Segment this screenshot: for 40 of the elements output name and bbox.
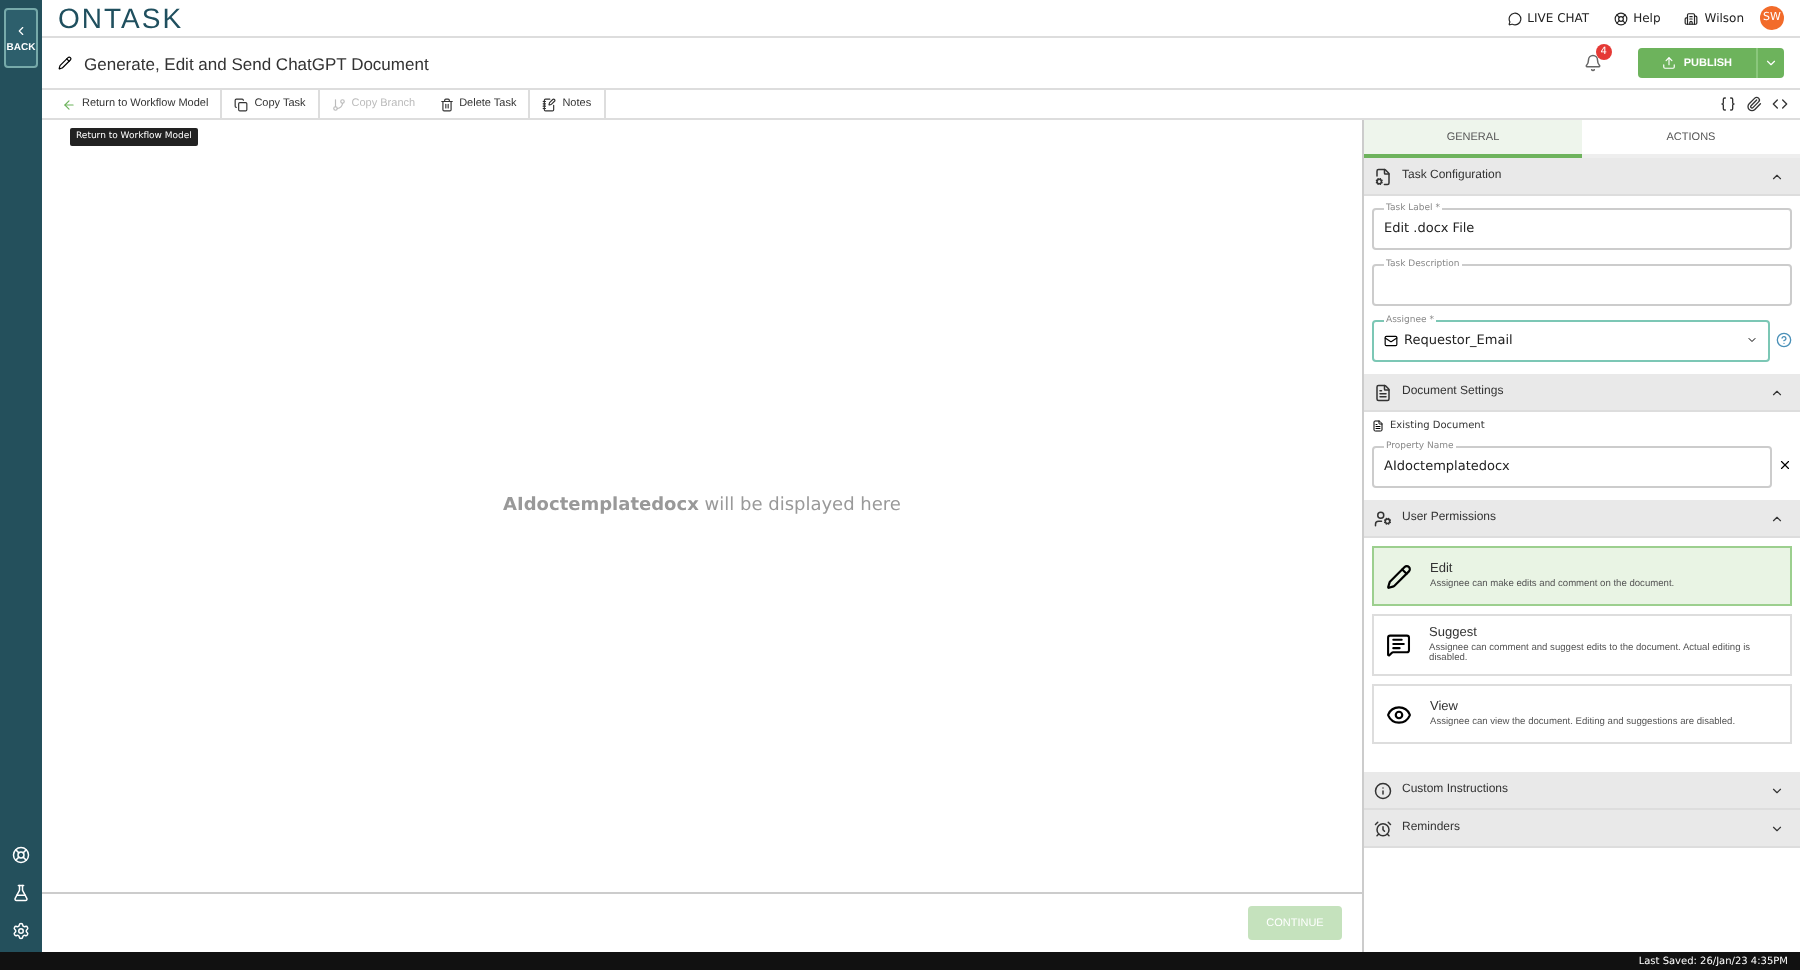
chat-icon — [1507, 11, 1522, 25]
user-icon — [1374, 509, 1392, 527]
lifebuoy-icon[interactable] — [12, 846, 30, 864]
comment-icon — [1386, 632, 1412, 658]
chevron-down-icon — [1770, 821, 1784, 835]
caret-icon — [1746, 334, 1758, 346]
notification-icon[interactable] — [1583, 54, 1602, 72]
flask-icon[interactable] — [12, 884, 30, 902]
paperclip-icon[interactable] — [1746, 96, 1762, 112]
arrow-left-icon — [62, 97, 76, 111]
alarm-clock-icon — [1374, 819, 1392, 837]
placeholder-message: AIdoctemplatedocx will be displayed here — [503, 496, 901, 516]
chevron-left-icon — [14, 23, 28, 37]
caret-icon — [1764, 56, 1778, 70]
mail-icon — [1384, 333, 1398, 347]
help-icon[interactable] — [1776, 331, 1792, 347]
chevron-up-icon — [1770, 169, 1784, 183]
chevron-up-icon — [1770, 385, 1784, 399]
document-icon — [1374, 383, 1392, 401]
pencil-icon[interactable] — [58, 56, 72, 70]
chevron-up-icon — [1770, 511, 1784, 525]
upload-icon — [1661, 56, 1676, 70]
settings-icon — [1374, 167, 1392, 185]
trash-icon — [439, 97, 454, 111]
braces-icon[interactable] — [1720, 96, 1736, 112]
pencil-icon — [1386, 563, 1412, 589]
building-icon — [1684, 11, 1699, 25]
code-icon[interactable] — [1772, 96, 1788, 112]
copy-icon — [234, 97, 249, 111]
logo: ONTASK — [58, 2, 184, 34]
document-icon — [1372, 420, 1384, 432]
workflow-title: Generate, Edit and Send ChatGPT Document — [84, 53, 429, 73]
notebook-icon — [542, 97, 557, 111]
help-icon — [1613, 11, 1628, 25]
info-icon — [1374, 781, 1392, 799]
close-icon[interactable] — [1778, 458, 1792, 472]
settings-icon[interactable] — [12, 922, 30, 940]
chevron-down-icon — [1770, 783, 1784, 797]
eye-icon — [1386, 701, 1412, 727]
branch-icon — [331, 97, 346, 111]
